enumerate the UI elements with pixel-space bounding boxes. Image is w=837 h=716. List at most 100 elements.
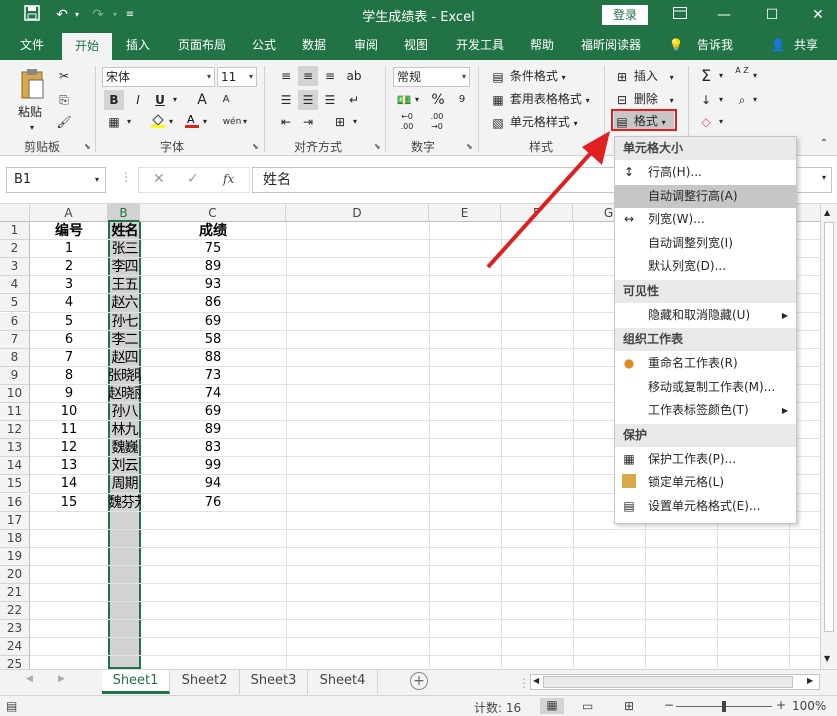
clear-dropdown-icon[interactable]: ▾ [716,112,726,132]
table-cell[interactable]: 93 [140,276,286,294]
lightbulb-icon[interactable]: 💡 [666,30,686,60]
currency-dropdown-icon[interactable]: ▾ [412,90,422,110]
table-cell[interactable]: 73 [140,367,286,385]
sheet-tab-sheet2[interactable]: Sheet2 [170,670,240,694]
collapse-ribbon-icon[interactable]: ⌃ [814,134,834,154]
table-cell[interactable]: 14 [30,475,108,493]
underline-button[interactable]: U [150,90,170,110]
fill-dropdown-icon[interactable]: ▾ [716,90,726,110]
table-cell[interactable]: 15 [30,494,108,512]
table-cell[interactable]: 周期 [108,475,141,493]
menu-item[interactable]: 锁定单元格(L) [615,471,796,494]
table-cell[interactable]: 69 [140,403,286,421]
menu-item[interactable]: 默认列宽(D)... [615,255,796,278]
table-cell[interactable]: 魏巍 [108,439,141,457]
table-cell[interactable]: 10 [30,403,108,421]
fill-color-dropdown-icon[interactable]: ▾ [166,112,176,132]
table-cell[interactable]: 魏芬芳 [108,494,141,512]
scroll-up-icon[interactable]: ▲ [824,208,830,217]
number-launcher-icon[interactable]: ⬊ [466,142,473,151]
sheet-tab-sheet1[interactable]: Sheet1 [102,670,170,694]
align-bottom-icon[interactable]: ≡ [320,66,340,86]
vertical-scrollbar[interactable]: ▲ ▼ [820,204,837,669]
next-sheet-icon[interactable]: ▶ [58,674,65,684]
paste-icon[interactable] [18,68,48,102]
table-cell[interactable]: 孙七 [108,313,141,331]
align-middle-icon[interactable]: ≡ [298,66,318,86]
tab-page-layout[interactable]: 页面布局 [170,30,234,60]
macro-record-icon[interactable]: ▤ [6,699,17,713]
decrease-decimal-button[interactable]: .00 →0 [424,112,450,132]
autosum-button[interactable]: Σ [696,66,716,86]
table-cell[interactable]: 99 [140,457,286,475]
vertical-scroll-thumb[interactable] [824,222,834,632]
sort-dropdown-icon[interactable]: ▾ [750,66,760,86]
number-format-combo[interactable]: 常规 ▾ [393,67,470,87]
sheet-tab-sheet3[interactable]: Sheet3 [240,670,308,694]
table-cell[interactable]: 林九 [108,421,141,439]
row-header[interactable]: 21 [0,584,30,603]
table-cell[interactable]: 1 [30,240,108,258]
table-cell[interactable]: 3 [30,276,108,294]
table-cell[interactable]: 88 [140,349,286,367]
table-cell[interactable]: 74 [140,385,286,403]
row-header[interactable]: 15 [0,475,30,494]
row-header[interactable]: 3 [0,258,30,277]
menu-item[interactable]: ● 重命名工作表(R) [615,352,796,375]
table-cell[interactable]: 孙八 [108,403,141,421]
format-as-table-button[interactable]: ▦ 套用表格格式 ▾ [490,89,589,109]
menu-item[interactable]: ↔ 列宽(W)... [615,208,796,231]
align-top-icon[interactable]: ≡ [276,66,296,86]
enter-icon[interactable]: ✓ [187,171,199,187]
tab-developer[interactable]: 开发工具 [448,30,512,60]
sheet-tab-sheet4[interactable]: Sheet4 [308,670,378,694]
fill-color-icon[interactable] [148,112,168,132]
row-header[interactable]: 12 [0,421,30,440]
menu-item[interactable]: 隐藏和取消隐藏(U) ▶ [615,304,796,327]
row-header[interactable]: 20 [0,565,30,584]
scroll-down-icon[interactable]: ▼ [824,654,830,663]
table-cell[interactable]: 75 [140,240,286,258]
scroll-left-icon[interactable]: ◀ [533,676,539,685]
name-box[interactable]: B1 ▾ [6,167,106,193]
scroll-right-icon[interactable]: ▶ [807,676,813,685]
tab-data[interactable]: 数据 [294,30,334,60]
row-header[interactable]: 2 [0,240,30,259]
table-cell[interactable]: 赵六 [108,294,141,312]
minimize-icon[interactable]: — [712,4,736,26]
table-cell[interactable]: 7 [30,349,108,367]
font-color-dropdown-icon[interactable]: ▾ [200,112,210,132]
share-user-icon[interactable]: 👤 [768,30,788,60]
close-icon[interactable]: ✕ [806,4,830,26]
tab-insert[interactable]: 插入 [116,30,160,60]
table-cell[interactable]: 2 [30,258,108,276]
menu-item[interactable]: 工作表标签颜色(T) ▶ [615,399,796,422]
table-cell[interactable]: 86 [140,294,286,312]
cut-icon[interactable]: ✂ [54,66,74,86]
fill-button[interactable]: ↓ [696,90,716,110]
maximize-icon[interactable]: ☐ [760,4,784,26]
row-header[interactable]: 13 [0,439,30,458]
menu-item[interactable]: ↕ 行高(H)... [615,161,796,184]
page-layout-view-icon[interactable]: ▭ [582,699,593,713]
formula-bar-splitter-icon[interactable]: ⋮ [120,170,132,184]
font-launcher-icon[interactable]: ⬊ [252,142,259,151]
format-painter-icon[interactable]: 🖌 [54,112,74,132]
alignment-launcher-icon[interactable]: ⬊ [374,142,381,151]
bold-button[interactable]: B [104,90,124,110]
table-cell[interactable]: 王五 [108,276,141,294]
orientation-icon[interactable]: ab [344,66,364,86]
table-cell[interactable]: 赵晓丽 [108,385,141,403]
table-cell[interactable]: 58 [140,331,286,349]
row-header[interactable]: 17 [0,511,30,530]
phonetic-icon[interactable]: wén [222,112,242,132]
add-sheet-icon[interactable]: + [410,672,428,690]
find-select-button[interactable]: ⌕ [732,90,752,110]
table-cell[interactable]: 11 [30,421,108,439]
tab-foxit-reader[interactable]: 福昕阅读器 [576,30,646,60]
zoom-in-icon[interactable]: + [776,698,786,712]
table-cell[interactable]: 李二 [108,331,141,349]
table-cell[interactable]: 5 [30,313,108,331]
menu-item[interactable]: 自动调整列宽(I) [615,232,796,255]
tab-view[interactable]: 视图 [396,30,436,60]
